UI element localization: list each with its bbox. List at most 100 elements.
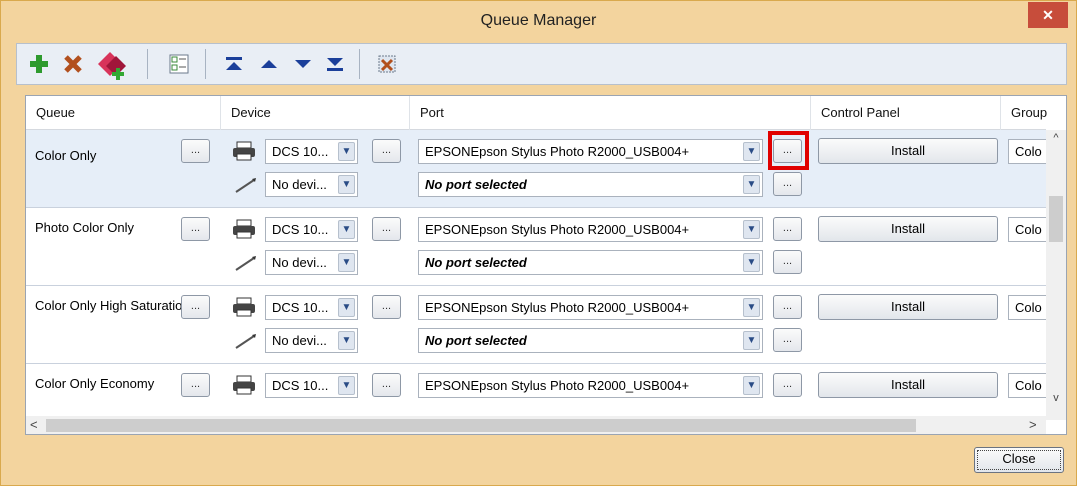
- secondary-port-settings-button[interactable]: ...: [773, 250, 802, 274]
- chevron-down-icon[interactable]: ▼: [338, 253, 355, 272]
- chevron-down-icon[interactable]: ▼: [338, 220, 355, 239]
- highlight-box: [768, 131, 809, 170]
- secondary-device-select[interactable]: No devi... ▼: [265, 250, 358, 275]
- chevron-down-icon[interactable]: ▼: [743, 331, 760, 350]
- port-select[interactable]: EPSONEpson Stylus Photo R2000_USB004+ ▼: [418, 139, 763, 164]
- install-button[interactable]: Install: [818, 372, 998, 398]
- delete-queue-button[interactable]: [61, 50, 85, 78]
- queue-settings-button[interactable]: ...: [181, 139, 210, 163]
- secondary-port-settings-button[interactable]: ...: [773, 328, 802, 352]
- vertical-scroll-thumb[interactable]: [1049, 196, 1063, 242]
- port-select[interactable]: EPSONEpson Stylus Photo R2000_USB004+ ▼: [418, 217, 763, 242]
- device-settings-button[interactable]: ...: [372, 373, 401, 397]
- chevron-down-icon[interactable]: ▼: [743, 142, 760, 161]
- secondary-port-value: No port selected: [425, 333, 527, 348]
- checklist-icon: [169, 54, 189, 74]
- queue-name: Color Only Economy: [35, 376, 155, 391]
- device-select-value: DCS 10...: [272, 378, 329, 393]
- chevron-down-icon[interactable]: ▼: [743, 376, 760, 395]
- arrow-top-icon: [226, 57, 242, 70]
- toolbar-separator: [359, 49, 360, 79]
- device-settings-button[interactable]: ...: [372, 217, 401, 241]
- device-select[interactable]: DCS 10... ▼: [265, 295, 358, 320]
- port-select[interactable]: EPSONEpson Stylus Photo R2000_USB004+ ▼: [418, 373, 763, 398]
- table-row[interactable]: Color Only Economy ... DCS 10... ▼ ... EP…: [26, 364, 1048, 424]
- arrow-up-icon: [261, 60, 277, 68]
- group-field[interactable]: Colo: [1008, 373, 1048, 398]
- queue-name: Photo Color Only: [35, 220, 134, 235]
- queue-settings-button[interactable]: ...: [181, 373, 210, 397]
- table-row[interactable]: Color Only ... DCS 10... ▼ ... EPSONEpson…: [26, 130, 1048, 208]
- device-select-value: DCS 10...: [272, 144, 329, 159]
- install-button[interactable]: Install: [818, 294, 998, 320]
- chevron-down-icon[interactable]: ▼: [338, 142, 355, 161]
- port-select-value: EPSONEpson Stylus Photo R2000_USB004+: [425, 222, 690, 237]
- secondary-device-select[interactable]: No devi... ▼: [265, 328, 358, 353]
- properties-button[interactable]: [167, 50, 191, 78]
- horizontal-scroll-thumb[interactable]: [46, 419, 916, 432]
- scroll-up-arrow[interactable]: ^: [1046, 132, 1066, 144]
- chevron-down-icon[interactable]: ▼: [743, 253, 760, 272]
- port-settings-button[interactable]: ...: [773, 295, 802, 319]
- chevron-down-icon[interactable]: ▼: [743, 220, 760, 239]
- queue-name: Color Only High Saturatio: [35, 298, 182, 313]
- move-top-button[interactable]: [222, 50, 246, 78]
- column-header-device[interactable]: Device: [221, 96, 410, 130]
- scroll-down-arrow[interactable]: v: [1046, 392, 1066, 404]
- port-select-value: EPSONEpson Stylus Photo R2000_USB004+: [425, 300, 690, 315]
- close-button[interactable]: Close: [974, 447, 1064, 473]
- queue-settings-button[interactable]: ...: [181, 295, 210, 319]
- scroll-right-arrow[interactable]: >: [1029, 417, 1037, 432]
- chevron-down-icon[interactable]: ▼: [338, 376, 355, 395]
- secondary-port-select[interactable]: No port selected ▼: [418, 328, 763, 353]
- secondary-port-select[interactable]: No port selected ▼: [418, 250, 763, 275]
- chevron-down-icon[interactable]: ▼: [743, 175, 760, 194]
- move-bottom-button[interactable]: [323, 50, 347, 78]
- column-header-queue[interactable]: Queue: [26, 96, 221, 130]
- group-field[interactable]: Colo: [1008, 217, 1048, 242]
- move-up-button[interactable]: [257, 50, 281, 78]
- secondary-port-settings-button[interactable]: ...: [773, 172, 802, 196]
- chevron-down-icon[interactable]: ▼: [338, 298, 355, 317]
- queue-settings-button[interactable]: ...: [181, 217, 210, 241]
- chevron-down-icon[interactable]: ▼: [338, 331, 355, 350]
- chevron-down-icon[interactable]: ▼: [338, 175, 355, 194]
- install-button[interactable]: Install: [818, 138, 998, 164]
- port-settings-button[interactable]: ...: [773, 373, 802, 397]
- secondary-port-value: No port selected: [425, 255, 527, 270]
- column-header-control-panel[interactable]: Control Panel: [811, 96, 1001, 130]
- column-header-group[interactable]: Group: [1001, 96, 1047, 130]
- vertical-scrollbar[interactable]: ^ v: [1046, 130, 1066, 420]
- chevron-down-icon[interactable]: ▼: [743, 298, 760, 317]
- device-select[interactable]: DCS 10... ▼: [265, 139, 358, 164]
- grid-header: Queue Device Port Control Panel Group: [26, 96, 1047, 130]
- secondary-port-value: No port selected: [425, 177, 527, 192]
- table-row[interactable]: Photo Color Only ... DCS 10... ▼ ... EPSO…: [26, 208, 1048, 286]
- remove-image-button[interactable]: [375, 50, 399, 78]
- move-down-button[interactable]: [291, 50, 315, 78]
- port-select[interactable]: EPSONEpson Stylus Photo R2000_USB004+ ▼: [418, 295, 763, 320]
- table-row[interactable]: Color Only High Saturatio ... DCS 10... ▼…: [26, 286, 1048, 364]
- window-close-button[interactable]: ✕: [1028, 2, 1068, 28]
- device-select-value: DCS 10...: [272, 222, 329, 237]
- copy-queue-button[interactable]: [93, 50, 133, 80]
- device-select-value: DCS 10...: [272, 300, 329, 315]
- secondary-port-select[interactable]: No port selected ▼: [418, 172, 763, 197]
- group-field[interactable]: Colo: [1008, 295, 1048, 320]
- add-queue-button[interactable]: [27, 50, 51, 78]
- printer-icon: [231, 140, 257, 162]
- column-header-port[interactable]: Port: [410, 96, 811, 130]
- device-settings-button[interactable]: ...: [372, 295, 401, 319]
- device-settings-button[interactable]: ...: [372, 139, 401, 163]
- install-button[interactable]: Install: [818, 216, 998, 242]
- device-select[interactable]: DCS 10... ▼: [265, 373, 358, 398]
- port-settings-button[interactable]: ...: [773, 217, 802, 241]
- queue-manager-window: Queue Manager ✕ Queue Device Port Contro…: [0, 0, 1077, 486]
- pen-icon: [233, 330, 259, 352]
- scroll-left-arrow[interactable]: <: [30, 417, 38, 432]
- group-field[interactable]: Colo: [1008, 139, 1048, 164]
- device-select[interactable]: DCS 10... ▼: [265, 217, 358, 242]
- cards-add-icon: [98, 52, 126, 80]
- secondary-device-select[interactable]: No devi... ▼: [265, 172, 358, 197]
- queue-name: Color Only: [35, 148, 97, 163]
